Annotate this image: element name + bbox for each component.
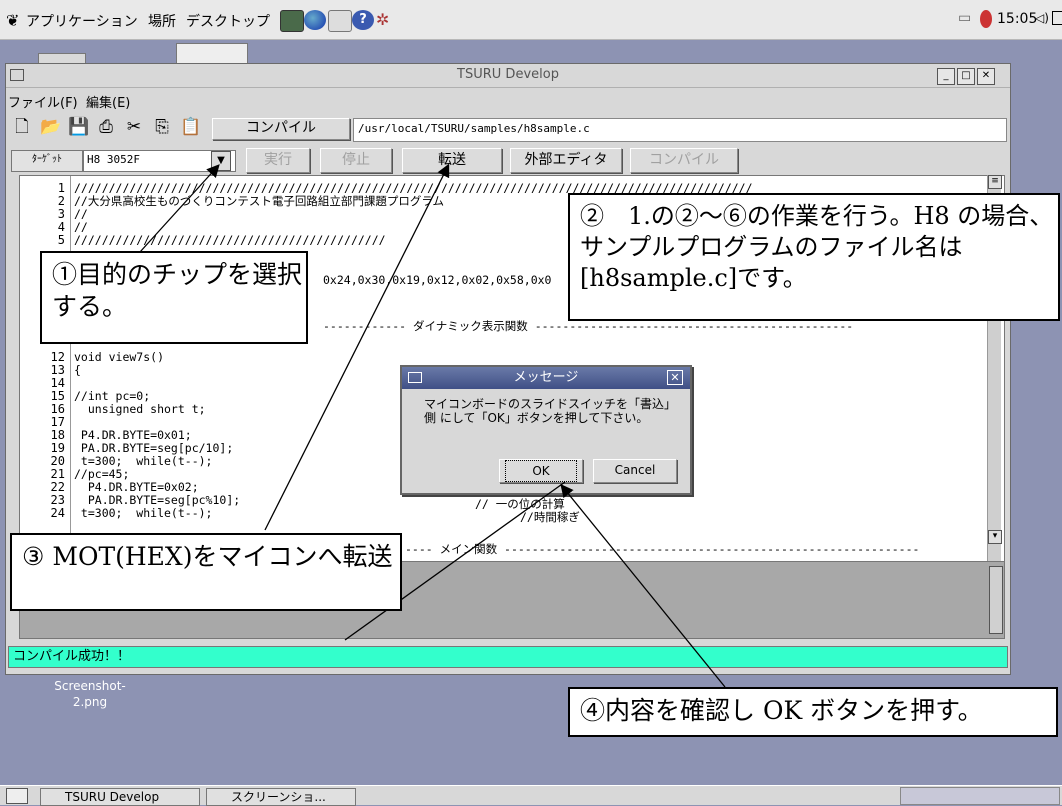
arrow-3 <box>264 163 450 531</box>
bottom-taskbar: TSURU Develop スクリーンショ... <box>0 785 1062 806</box>
callout-2: ② 1.の②～⑥の作業を行う。H8 の場合、サンプルプログラムのファイル名は[h… <box>568 193 1060 321</box>
callout-1: ①目的のチップを選択する。 <box>40 251 308 344</box>
arrow-4 <box>560 483 726 688</box>
annotation-arrows <box>139 163 726 688</box>
callout-3: ③ MOT(HEX)をマイコンへ転送 <box>10 533 402 611</box>
callout-4: ④内容を確認し OK ボタンを押す。 <box>568 687 1058 737</box>
show-desktop-icon[interactable] <box>6 788 28 804</box>
taskbar-tsuru-develop[interactable]: TSURU Develop <box>40 788 200 806</box>
taskbar-screenshot[interactable]: スクリーンショ... <box>206 788 356 806</box>
workspace-switcher[interactable] <box>900 787 1060 805</box>
arrow-1 <box>139 164 220 253</box>
